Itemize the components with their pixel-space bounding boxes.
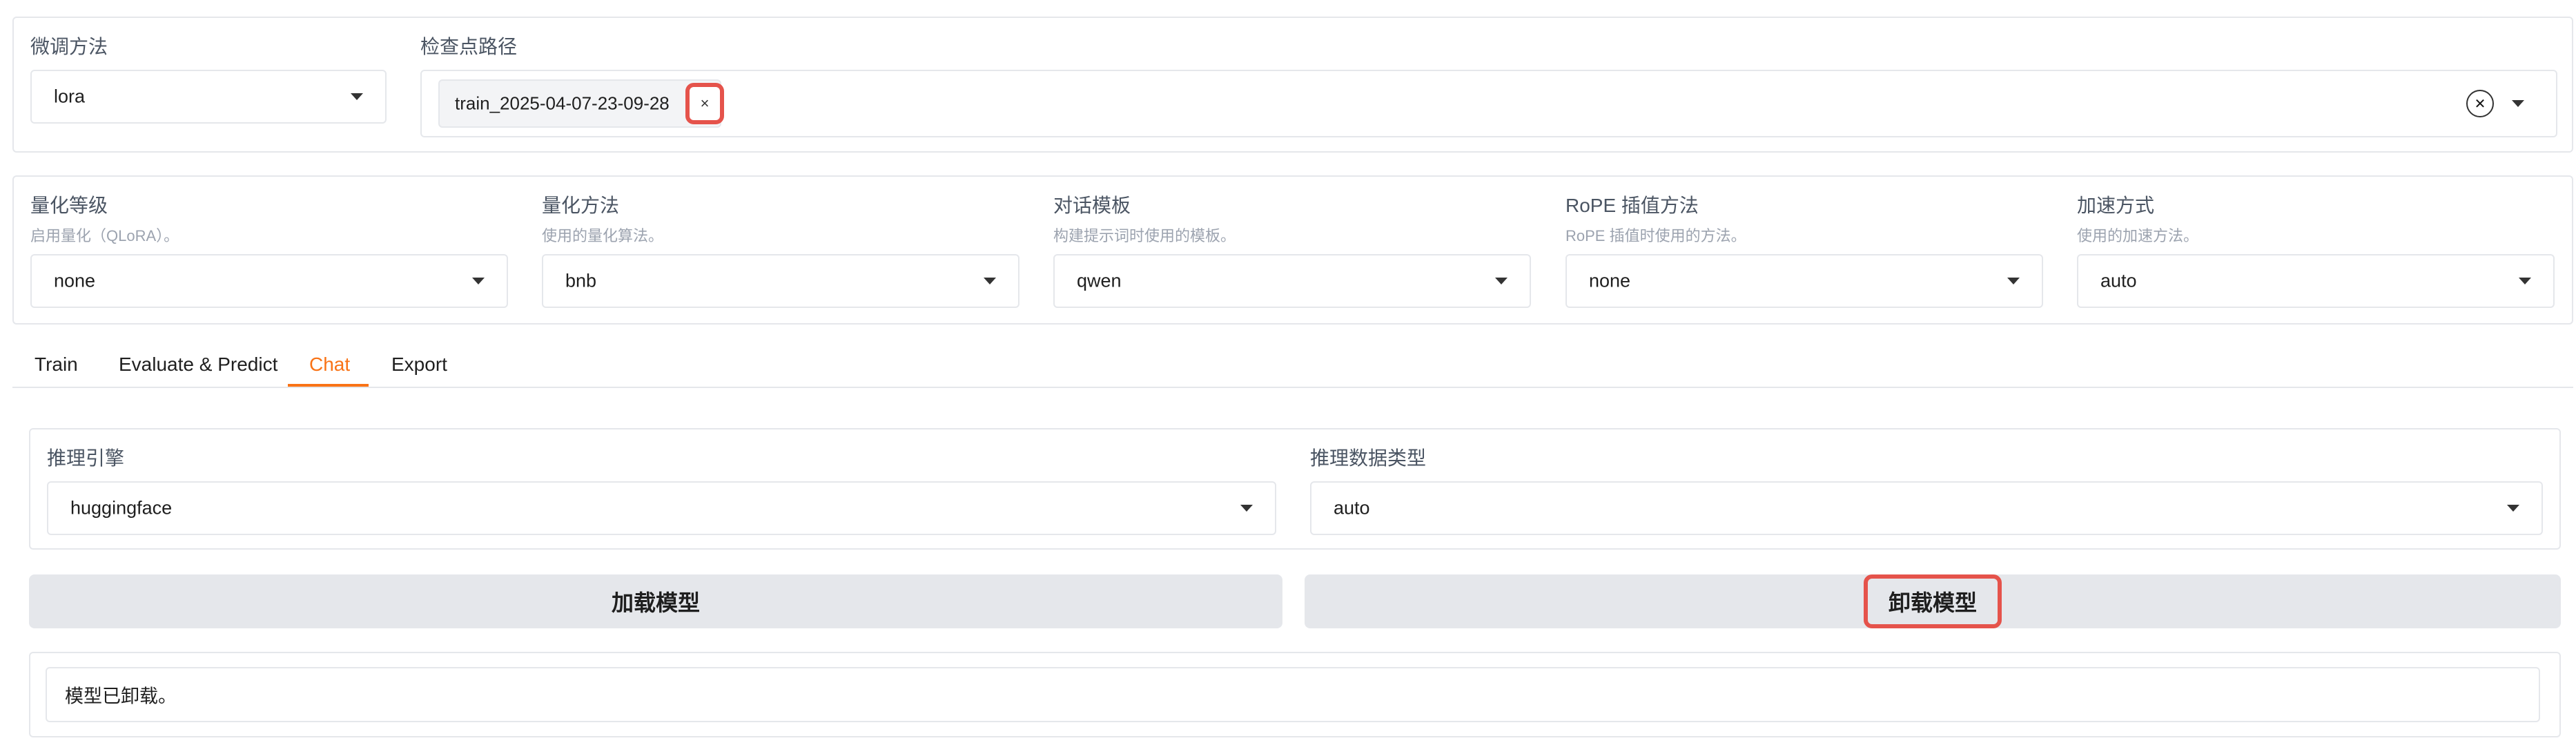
finetune-method-value: lora	[54, 86, 86, 107]
infer-backend-label: 推理引擎	[47, 447, 125, 469]
booster-value: auto	[2100, 270, 2137, 291]
chevron-down-icon	[1240, 505, 1253, 512]
quantization-method-dropdown[interactable]: bnb	[542, 254, 1019, 308]
rope-scaling-dropdown[interactable]: none	[1565, 254, 2043, 308]
checkpoint-chip-label: train_2025-04-07-23-09-28	[455, 93, 670, 114]
close-icon: ×	[700, 95, 710, 112]
tab-evaluate-predict[interactable]: Evaluate & Predict	[119, 354, 277, 376]
infer-backend-value: huggingface	[70, 497, 173, 519]
chevron-down-icon	[2007, 278, 2020, 284]
booster-label: 加速方式	[2077, 195, 2155, 216]
quantization-bit-field: 量化等级 启用量化（QLoRA）。 none	[30, 188, 508, 312]
quantization-method-field: 量化方法 使用的量化算法。 bnb	[542, 188, 1019, 312]
template-dropdown[interactable]: qwen	[1053, 254, 1531, 308]
chip-remove-button[interactable]: ×	[685, 83, 724, 124]
template-field: 对话模板 构建提示词时使用的模板。 qwen	[1053, 188, 1531, 312]
chevron-down-icon	[2507, 505, 2519, 512]
clear-icon: ✕	[2474, 96, 2486, 112]
chevron-down-icon	[2519, 278, 2531, 284]
infer-dtype-label: 推理数据类型	[1310, 447, 1427, 469]
unload-model-button[interactable]: 卸载模型	[1305, 574, 2561, 628]
rope-scaling-field: RoPE 插值方法 RoPE 插值时使用的方法。 none	[1565, 188, 2043, 312]
rope-scaling-hint: RoPE 插值时使用的方法。	[1565, 227, 1746, 244]
chevron-down-icon	[984, 278, 996, 284]
finetune-method-label: 微调方法	[30, 36, 108, 57]
chevron-down-icon	[1495, 278, 1507, 284]
unload-model-highlight: 卸载模型	[1863, 574, 2002, 628]
info-text: 模型已卸载。	[65, 686, 177, 707]
quantization-method-hint: 使用的量化算法。	[542, 227, 664, 244]
tab-chat-underline	[288, 384, 369, 387]
infer-dtype-value: auto	[1334, 497, 1370, 519]
booster-hint: 使用的加速方法。	[2077, 227, 2199, 244]
chevron-down-icon	[2512, 100, 2524, 107]
clear-selection-button[interactable]: ✕	[2466, 90, 2494, 117]
quantization-bit-dropdown[interactable]: none	[30, 254, 508, 308]
booster-dropdown[interactable]: auto	[2077, 254, 2555, 308]
checkpoint-chip: train_2025-04-07-23-09-28 ×	[438, 79, 724, 128]
quantization-method-label: 量化方法	[542, 195, 620, 216]
quantization-method-value: bnb	[565, 270, 597, 291]
tab-train[interactable]: Train	[35, 354, 78, 376]
checkpoint-path-label: 检查点路径	[420, 36, 518, 57]
template-label: 对话模板	[1053, 195, 1131, 216]
booster-field: 加速方式 使用的加速方法。 auto	[2077, 188, 2555, 312]
finetune-method-dropdown[interactable]: lora	[30, 70, 387, 124]
infer-dtype-dropdown[interactable]: auto	[1310, 481, 2543, 535]
rope-scaling-value: none	[1589, 270, 1631, 291]
quantization-bit-hint: 启用量化（QLoRA）。	[30, 227, 179, 244]
chevron-down-icon	[351, 93, 363, 100]
tab-chat[interactable]: Chat	[309, 354, 350, 376]
checkpoint-path-multiselect[interactable]: train_2025-04-07-23-09-28 × ✕	[420, 70, 2557, 137]
load-model-button[interactable]: 加载模型	[29, 574, 1282, 628]
chevron-down-icon	[472, 278, 485, 284]
rope-scaling-label: RoPE 插值方法	[1565, 195, 1699, 216]
infer-backend-dropdown[interactable]: huggingface	[47, 481, 1276, 535]
info-box: 模型已卸载。	[46, 667, 2540, 722]
template-value: qwen	[1077, 270, 1122, 291]
quantization-bit-label: 量化等级	[30, 195, 108, 216]
quantization-bit-value: none	[54, 270, 96, 291]
template-hint: 构建提示词时使用的模板。	[1053, 227, 1236, 244]
tab-export[interactable]: Export	[391, 354, 447, 376]
unload-model-label: 卸载模型	[1888, 590, 1977, 615]
